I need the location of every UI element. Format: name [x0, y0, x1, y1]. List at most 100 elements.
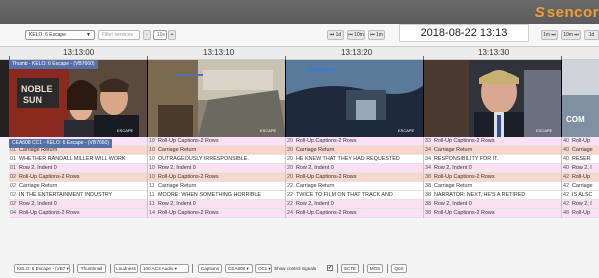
caption-packet-number: 10 — [149, 165, 155, 171]
caption-text: Carriage Return — [158, 183, 197, 189]
caption-text: Carriage Return — [434, 183, 473, 189]
caption-text: RESPONSIBILITY FOR IT. — [434, 156, 499, 162]
thumbnail-image: ESCAPE — [286, 60, 423, 137]
column-divider — [285, 164, 286, 173]
source-select[interactable]: KELO: 6 Escape ▼ — [25, 30, 95, 40]
caption-packet-number: 20 — [287, 147, 293, 153]
forward-1m-button[interactable]: 1m ⏭ — [541, 30, 558, 40]
back-1d-button[interactable]: ⏮ 1d — [327, 30, 344, 40]
caption-packet-number: 40 — [563, 165, 569, 171]
video-thumbnail[interactable]: ESCAPE — [286, 60, 424, 137]
brand-bar: S sencor — [0, 0, 599, 24]
show-control-checkbox[interactable]: ✔ — [327, 265, 333, 271]
caption-cell: 10 Carriage Return — [149, 146, 285, 155]
back-10m-button[interactable]: ⏮ 10m — [347, 30, 365, 40]
column-divider — [561, 182, 562, 191]
caption-cell: 38 NARRATOR: NEXT, HE'S A RETIRED — [425, 191, 561, 200]
caption-packet-number: 11 — [149, 192, 155, 198]
thumbnail-image: COM — [562, 60, 599, 137]
caption-row[interactable]: 02 Row 2, Indent 0 11 Row 2, Indent 0 22 Row … — [9, 200, 599, 209]
forward-1d-button[interactable]: 1d — [584, 30, 599, 40]
scte-toggle[interactable]: SCTE — [341, 264, 359, 273]
zoom-in-button[interactable]: + — [168, 30, 176, 40]
mos-toggle[interactable]: MOS — [367, 264, 383, 273]
caption-cell: 22 TWICE TO FILM ON THAT TRACK AND — [287, 191, 423, 200]
caption-text: Carriage Return — [158, 147, 197, 153]
column-divider — [147, 146, 148, 155]
column-divider — [285, 209, 286, 218]
caption-text: OUTRAGEOUSLY IRRESPONSIBLE. — [158, 156, 249, 162]
caption-packet-number: 20 — [287, 165, 293, 171]
caption-text: Row 2, Indent 0 — [19, 201, 57, 207]
forward-10m-button[interactable]: 10m ⏭ — [561, 30, 581, 40]
caption-text: Roll-Up — [572, 210, 590, 216]
caption-text: Carriage — [572, 183, 593, 189]
caption-packet-number: 20 — [287, 138, 293, 144]
caption-row[interactable]: 01 Row 2, Indent 0 10 Row 2, Indent 0 20 Row … — [9, 164, 599, 173]
caption-cell: 38 Carriage Return — [425, 182, 561, 191]
ruler-label: 13:13:30 — [478, 48, 510, 57]
column-divider — [285, 137, 286, 146]
caption-row[interactable]: 04 Roll-Up Captions-2 Rows 14 Roll-Up Capti… — [9, 209, 599, 218]
time-ruler[interactable]: 13:13:00 13:13:10 13:13:20 13:13:30 — [0, 46, 599, 61]
column-divider — [285, 191, 286, 200]
caption-cell: 02 IN THE ENTERTAINMENT INDUSTRY — [10, 191, 147, 200]
video-thumbnail[interactable]: ESCAPE — [424, 60, 562, 137]
brand-name: sencor — [546, 3, 599, 21]
caption-cell: 11 Row 2, Indent 0 — [149, 200, 285, 209]
caption-packet-number: 22 — [287, 183, 293, 189]
caption-packet-number: 14 — [149, 210, 155, 216]
caption-row[interactable]: 01 WHETHER RANDALL MILLER WILL WORK 10 OUTR… — [9, 155, 599, 164]
caption-cell: 02 Carriage Return — [10, 182, 147, 191]
video-thumbnail[interactable]: COM — [562, 60, 599, 137]
cc-select[interactable]: CC1 ▾ — [255, 264, 272, 273]
caption-packet-number: 10 — [149, 156, 155, 162]
date-display[interactable]: 2018-08-22 13:13 — [399, 24, 529, 42]
caption-table: 10 Roll-Up Captions-2 Rows 20 Roll-Up Capti… — [9, 137, 599, 218]
bottom-source-select[interactable]: KELO: 6 Escape - (VB7 ▾ — [14, 264, 70, 273]
caption-text: Roll-Up Captions-2 Rows — [434, 174, 495, 180]
caption-cell: 40 Carriage — [563, 146, 598, 155]
caption-packet-number: 01 — [10, 165, 16, 171]
captions-toggle[interactable]: Captions — [198, 264, 222, 273]
column-divider — [423, 146, 424, 155]
caption-cell: 20 Roll-Up Captions-2 Rows — [287, 173, 423, 182]
video-thumbnail[interactable]: ESCAPE — [148, 60, 286, 137]
cea-select-value: CEA608 — [228, 266, 246, 271]
video-thumbnail[interactable]: NOBLE SUN ESCAPE — [9, 60, 148, 137]
caption-text: Row 2, Indent 0 — [158, 165, 196, 171]
caption-packet-number: 40 — [563, 147, 569, 153]
caption-text: RESER — [572, 156, 591, 162]
caption-cell: 01 Row 2, Indent 0 — [10, 164, 147, 173]
thumbnail-toggle[interactable]: Thumbnail — [77, 264, 106, 273]
divider — [110, 264, 111, 273]
caption-packet-number: 02 — [10, 174, 16, 180]
caption-text: IN THE ENTERTAINMENT INDUSTRY — [19, 192, 113, 198]
caption-cell: 02 Row 2, Indent 0 — [10, 200, 147, 209]
loudness-toggle[interactable]: Loudness — [114, 264, 138, 273]
zoom-select[interactable]: 10s — [153, 30, 167, 40]
filter-services-input[interactable]: Filter services — [98, 30, 140, 40]
caption-cell: 42 Carriage — [563, 182, 598, 191]
caption-text: Carriage Return — [434, 147, 473, 153]
qos-toggle[interactable]: QoS — [391, 264, 407, 273]
caption-packet-number: 34 — [425, 156, 431, 162]
caption-row[interactable]: 02 IN THE ENTERTAINMENT INDUSTRY 11 MOORE: … — [9, 191, 599, 200]
cea-select[interactable]: CEA608 ▾ — [225, 264, 253, 273]
caption-packet-number: 38 — [425, 183, 431, 189]
caption-packet-number: 38 — [425, 210, 431, 216]
caption-packet-number: 40 — [563, 156, 569, 162]
column-divider — [147, 200, 148, 209]
caption-row[interactable]: 02 Carriage Return 11 Carriage Return 22 Carr… — [9, 182, 599, 191]
back-1m-button[interactable]: ⏮ 1m — [368, 30, 385, 40]
caption-packet-number: 33 — [425, 138, 431, 144]
column-divider — [147, 191, 148, 200]
filter-placeholder: Filter services — [102, 32, 133, 38]
caption-cell: 22 Row 2, Indent 0 — [287, 200, 423, 209]
zoom-out-button[interactable]: - — [143, 30, 151, 40]
svg-text:ESCAPE: ESCAPE — [260, 128, 277, 133]
cc-select-value: CC1 — [258, 266, 268, 271]
bottom-source-value: KELO: 6 Escape - (VB7 — [17, 266, 66, 271]
caption-row[interactable]: 02 Roll-Up Captions-2 Rows 10 Roll-Up Capti… — [9, 173, 599, 182]
audio-select[interactable]: 100 AC3 Audio ▾ — [140, 264, 189, 273]
